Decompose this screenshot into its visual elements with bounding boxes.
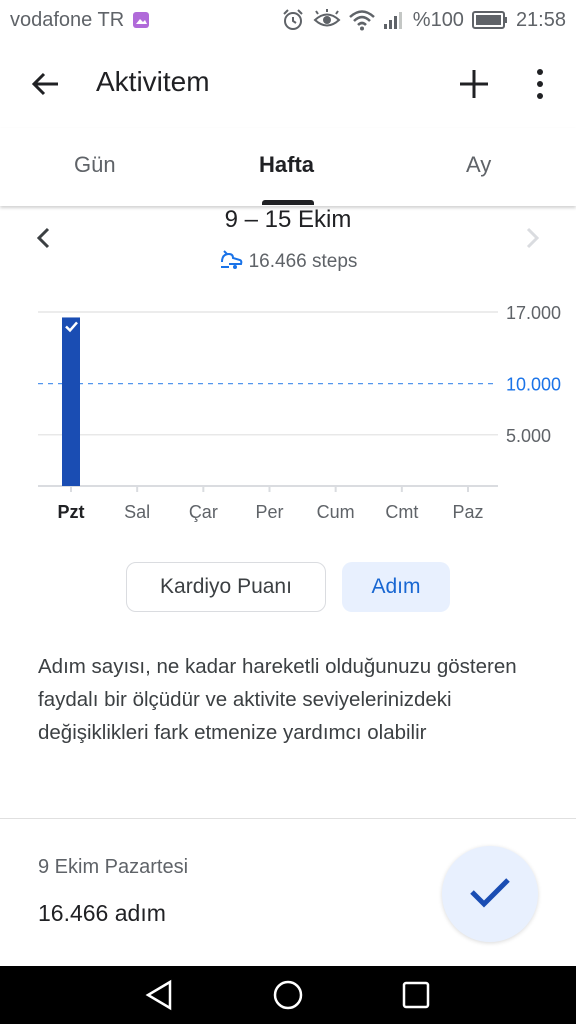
divider [0, 818, 576, 819]
x-tick-label: Cum [317, 502, 355, 522]
clock: 21:58 [515, 8, 566, 31]
carrier-name: vodafone TR [10, 8, 125, 31]
nav-home-icon[interactable] [272, 979, 304, 1011]
more-vert-icon[interactable] [522, 64, 558, 104]
x-tick-label: Çar [189, 502, 218, 522]
app-bar: Aktivitem [0, 40, 576, 128]
alarm-icon [281, 8, 305, 32]
active-tab-indicator [262, 200, 314, 205]
image-icon [132, 11, 150, 29]
day-steps: 16.466 adım [38, 900, 166, 926]
x-tick-label: Per [255, 502, 283, 522]
x-tick-label: Cmt [385, 502, 418, 522]
steps-bar-chart: 17.000 10.000 5.000 Pzt Sal Çar Per Cum Cmt Paz [38, 303, 561, 522]
steps-chart: 17.000 10.000 5.000 Pzt Sal Çar Per Cum Cmt Paz [0, 290, 576, 530]
week-navigator: 9 – 15 Ekim 16.466 steps [0, 206, 576, 276]
battery-icon [471, 10, 508, 30]
tab-month[interactable]: Ay [466, 152, 491, 178]
x-tick-label: Sal [124, 502, 150, 522]
metric-toggle: Kardiyo Puanı Adım [0, 562, 576, 614]
week-steps-text: 16.466 steps [248, 251, 358, 272]
signal-icon [383, 10, 405, 30]
steps-description: Adım sayısı, ne kadar hareketli olduğunu… [38, 655, 517, 744]
eye-icon [313, 9, 341, 31]
next-chevron-icon [518, 224, 546, 252]
page-title: Aktivitem [96, 66, 210, 97]
bar-pzt [62, 317, 80, 486]
check-icon [468, 874, 512, 915]
nav-back-icon[interactable] [144, 979, 176, 1011]
period-tabs: Gün Hafta Ay [0, 128, 576, 206]
check-fab[interactable] [442, 846, 538, 942]
battery-percent: %100 [412, 8, 464, 31]
system-nav-bar [0, 966, 576, 1024]
goal-tick-label: 10.000 [506, 375, 561, 395]
tab-week[interactable]: Hafta [259, 152, 314, 178]
tab-day[interactable]: Gün [74, 152, 116, 178]
add-icon[interactable] [454, 64, 494, 104]
back-arrow-icon[interactable] [26, 64, 66, 104]
steps-button[interactable]: Adım [342, 562, 450, 612]
wifi-icon [348, 9, 375, 31]
y-tick-label: 5.000 [506, 426, 551, 446]
cardio-points-button[interactable]: Kardiyo Puanı [126, 562, 326, 612]
status-bar: vodafone TR %100 21:58 [0, 0, 576, 40]
nav-recents-icon[interactable] [400, 979, 432, 1011]
week-range-title: 9 – 15 Ekim [224, 206, 352, 233]
day-date: 9 Ekim Pazartesi [38, 856, 189, 878]
x-tick-label: Paz [452, 502, 483, 522]
steps-icon [219, 248, 243, 276]
x-tick-label: Pzt [58, 502, 85, 522]
y-tick-label: 17.000 [506, 303, 561, 323]
week-steps-summary: 16.466 steps [0, 248, 576, 276]
